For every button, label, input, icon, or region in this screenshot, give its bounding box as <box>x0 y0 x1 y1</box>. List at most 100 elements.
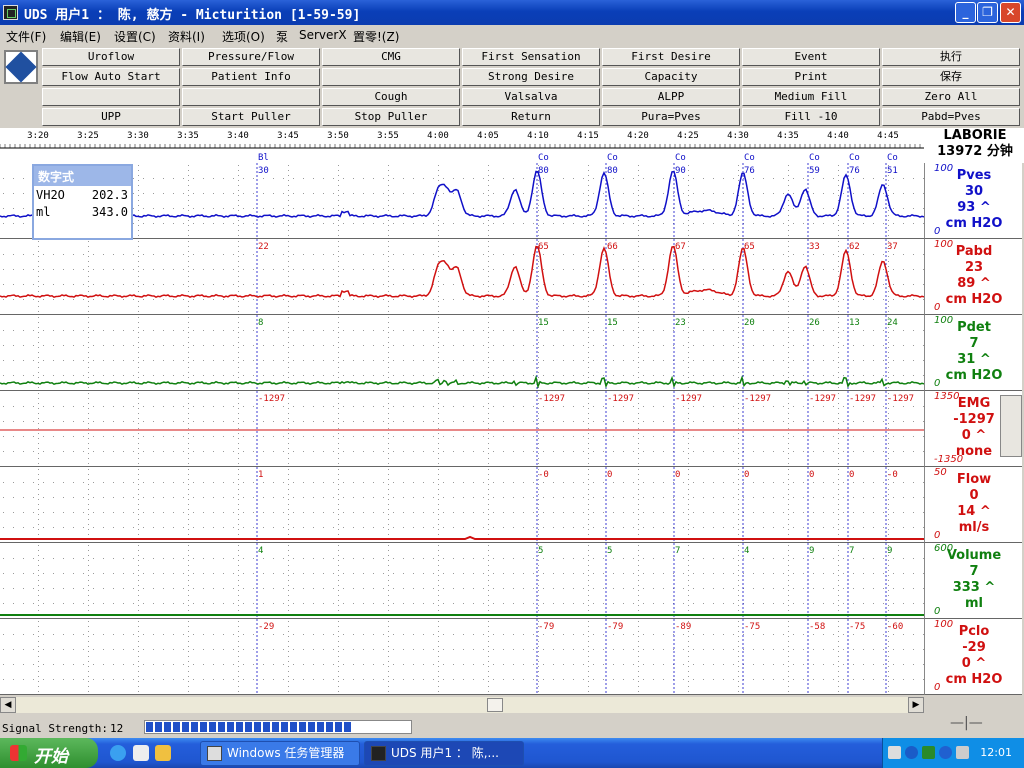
volume-icon[interactable] <box>956 746 969 759</box>
toolbar-button-r3c2[interactable]: Stop Puller <box>322 108 460 126</box>
taskmgr-icon <box>207 746 222 761</box>
channel-plot-flow[interactable]: 1 -0 0 0 0 0 0 -0 <box>0 467 924 543</box>
toolbar-button-r1c5[interactable]: Print <box>742 68 880 86</box>
event-marker-label[interactable]: Bl <box>258 153 269 163</box>
ie-icon[interactable] <box>110 745 126 761</box>
task-uds[interactable]: UDS 用户1 ： 陈,... <box>364 741 524 766</box>
tray-expand-icon[interactable] <box>905 746 918 759</box>
event-marker-label[interactable]: Co <box>744 153 755 163</box>
cursor-value-label: 51 <box>887 166 898 176</box>
toolbar-button-r1c1[interactable]: Patient Info <box>182 68 320 86</box>
toolbar-button-r3c5[interactable]: Fill -10 <box>742 108 880 126</box>
time-tick-label: 3:50 <box>327 131 349 141</box>
menu-pump[interactable]: 泵 <box>276 28 288 45</box>
cursor-value-label: 9 <box>809 546 814 556</box>
toolbar-button-r1c6[interactable]: 保存 <box>882 68 1020 86</box>
scroll-left-icon[interactable]: ◀ <box>0 697 16 713</box>
cursor-value-label: -1297 <box>538 394 565 404</box>
cursor-value-label: 67 <box>675 242 686 252</box>
channel-plot-emg[interactable]: -1297 -1297 -1297 -1297 -1297 -1297 -1297 -1297 <box>0 391 924 467</box>
time-tick-label: 4:40 <box>827 131 849 141</box>
event-marker-label[interactable]: Co <box>538 153 549 163</box>
channel-plot-pclo[interactable]: -29 -79 -79 -89 -75 -58 -75 -60 <box>0 619 924 695</box>
minimize-button[interactable]: _ <box>955 2 976 23</box>
cursor-value-label: 0 <box>675 470 680 480</box>
time-tick-label: 4:00 <box>427 131 449 141</box>
task-label: UDS 用户1 ： 陈,... <box>391 746 499 760</box>
restore-button[interactable]: ❐ <box>977 2 998 23</box>
menu-data[interactable]: 资料(I) <box>168 28 205 45</box>
channel-unit: cm H2O <box>945 368 1003 383</box>
media-icon[interactable] <box>155 745 171 761</box>
event-marker-label[interactable]: Co <box>675 153 686 163</box>
toolbar-button-r1c2[interactable] <box>322 68 460 86</box>
bluetooth-icon[interactable] <box>939 746 952 759</box>
toolbar-button-r3c4[interactable]: Pura=Pves <box>602 108 740 126</box>
start-button[interactable]: 开始 <box>0 738 98 768</box>
toolbar-button-r1c3[interactable]: Strong Desire <box>462 68 600 86</box>
app-icon[interactable] <box>3 5 18 20</box>
toolbar-button-r3c3[interactable]: Return <box>462 108 600 126</box>
toolbar-button-r2c4[interactable]: ALPP <box>602 88 740 106</box>
numeric-panel[interactable]: 数字式 VH2O 202.3 ml 343.0 <box>32 164 133 240</box>
toolbar-button-r0c5[interactable]: Event <box>742 48 880 66</box>
channel-current: 7 <box>969 564 979 579</box>
toolbar-button-r2c6[interactable]: Zero All <box>882 88 1020 106</box>
keyboard-icon[interactable] <box>888 746 901 759</box>
cursor-value-label: 0 <box>849 470 854 480</box>
toolbar-button-r0c0[interactable]: Uroflow <box>42 48 180 66</box>
event-marker-label[interactable]: Co <box>809 153 820 163</box>
channel-plot-volume[interactable]: 4 5 5 7 4 9 7 9 <box>0 543 924 619</box>
title-bar[interactable]: UDS 用户1 ： 陈, 慈方 - Micturition [1-59-59] … <box>0 0 1024 25</box>
cursor-value-label: 80 <box>607 166 618 176</box>
menu-settings[interactable]: 设置(C) <box>114 28 156 45</box>
show-desktop-icon[interactable] <box>133 745 149 761</box>
toolbar-button-r1c0[interactable]: Flow Auto Start <box>42 68 180 86</box>
menu-edit[interactable]: 编辑(E) <box>60 28 101 45</box>
cursor-value-label: -60 <box>887 622 903 632</box>
close-button[interactable]: ✕ <box>1000 2 1021 23</box>
scroll-right-icon[interactable]: ▶ <box>908 697 924 713</box>
event-marker-label[interactable]: Co <box>607 153 618 163</box>
menu-options[interactable]: 选项(O) <box>222 28 265 45</box>
event-marker-label[interactable]: Co <box>887 153 898 163</box>
toolbar-button-r0c2[interactable]: CMG <box>322 48 460 66</box>
cursor-value-label: 66 <box>607 242 618 252</box>
toolbar-button-r3c0[interactable]: UPP <box>42 108 180 126</box>
toolbar-button-r0c3[interactable]: First Sensation <box>462 48 600 66</box>
toolbar-button-r2c0[interactable] <box>42 88 180 106</box>
channel-peak: 31 ^ <box>957 352 991 367</box>
channel-plot-pdet[interactable]: 8 15 15 23 20 26 13 24 <box>0 315 924 391</box>
toolbar-button-r0c1[interactable]: Pressure/Flow <box>182 48 320 66</box>
menu-serverx[interactable]: ServerX <box>299 28 347 42</box>
toolbar-button-r2c3[interactable]: Valsalva <box>462 88 600 106</box>
cursor-value-label: -0 <box>538 470 549 480</box>
event-marker-label[interactable]: Co <box>849 153 860 163</box>
toolbar-button-r3c1[interactable]: Start Puller <box>182 108 320 126</box>
task-taskmgr[interactable]: Windows 任务管理器 <box>200 741 360 766</box>
toolbar-button-r1c4[interactable]: Capacity <box>602 68 740 86</box>
cursor-value-label: 24 <box>887 318 898 328</box>
toolbar-button-r0c6[interactable]: 执行 <box>882 48 1020 66</box>
cursor-value-label: 20 <box>744 318 755 328</box>
emg-gain-slider[interactable] <box>1000 395 1022 457</box>
channel-peak: 89 ^ <box>957 276 991 291</box>
horizontal-scrollbar[interactable]: ◀ ▶ <box>0 697 924 713</box>
signal-strength-fill <box>146 722 354 732</box>
toolbar-button-r2c1[interactable] <box>182 88 320 106</box>
cursor-value-label: 26 <box>809 318 820 328</box>
toolbar-button-r0c4[interactable]: First Desire <box>602 48 740 66</box>
channel-side-flow: 50 0 Flow 0 14 ^ ml/s <box>924 467 1022 543</box>
menu-zero[interactable]: 置零!(Z) <box>353 28 399 45</box>
network-icon[interactable] <box>922 746 935 759</box>
scroll-thumb[interactable] <box>487 698 503 712</box>
cursor-value-label: -1297 <box>258 394 285 404</box>
toolbar-button-r2c5[interactable]: Medium Fill <box>742 88 880 106</box>
toolbar-button-r3c6[interactable]: Pabd=Pves <box>882 108 1020 126</box>
channel-unit: cm H2O <box>945 672 1003 687</box>
toolbar-button-r2c2[interactable]: Cough <box>322 88 460 106</box>
numeric-row-vh2o: VH2O 202.3 <box>34 186 131 203</box>
channel-plot-pves[interactable]: 30 80 80 90 76 59 76 51 <box>0 163 924 239</box>
channel-plot-pabd[interactable]: 22 65 66 67 65 33 62 37 <box>0 239 924 315</box>
menu-file[interactable]: 文件(F) <box>6 28 46 45</box>
